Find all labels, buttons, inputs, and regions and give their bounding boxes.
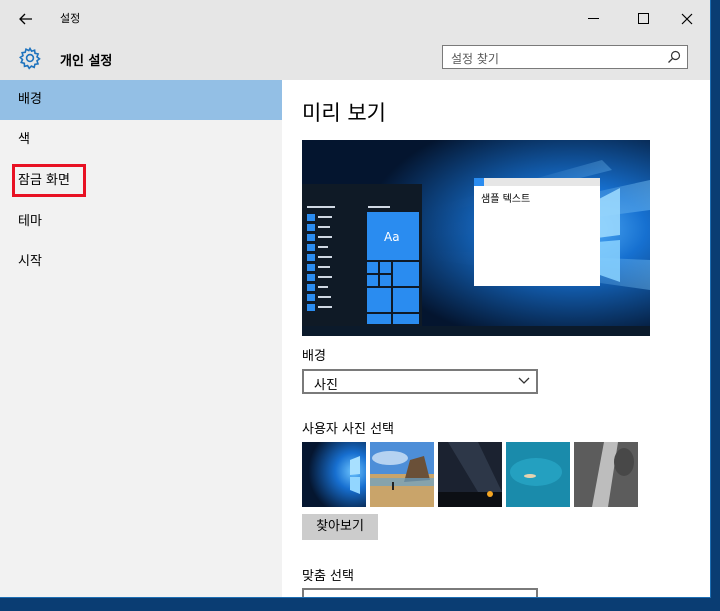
gear-icon: [19, 46, 41, 70]
lock-screen-highlight-box: [12, 164, 86, 197]
preview-image: Aa 샘플 텍스트: [302, 140, 650, 336]
sidebar-item-start[interactable]: 시작: [0, 242, 282, 282]
sidebar-item-themes[interactable]: 테마: [0, 202, 282, 242]
main-content: 미리 보기 Aa 샘플 텍스트 배경 사진 사용자 사진 선택 찾아보기 맞춤 …: [282, 80, 710, 597]
search-input[interactable]: 설정 찾기: [442, 45, 688, 69]
background-dropdown[interactable]: 사진: [302, 369, 538, 394]
settings-header: 개인 설정 설정 찾기: [0, 36, 710, 80]
thumbnail-rock-surface[interactable]: [574, 442, 638, 507]
sidebar: 배경 색 잠금 화면 테마 시작: [0, 80, 282, 597]
thumbnail-beach-rock[interactable]: [370, 442, 434, 507]
page-title: 개인 설정: [60, 54, 113, 69]
maximize-button[interactable]: [620, 0, 666, 36]
search-placeholder: 설정 찾기: [451, 52, 499, 66]
preview-heading: 미리 보기: [302, 101, 386, 125]
thumbnail-windows-hero[interactable]: [302, 442, 366, 507]
background-dropdown-value: 사진: [314, 378, 338, 393]
close-icon: [681, 13, 693, 24]
minimize-button[interactable]: [570, 0, 616, 36]
chevron-down-icon: [518, 377, 530, 384]
settings-window: 설정 개인 설정 설정 찾기 배경 색 잠금 화면 테마 시작 미리 보기 Aa…: [0, 0, 711, 598]
background-label: 배경: [302, 349, 326, 364]
window-title: 설정: [60, 12, 81, 25]
sidebar-item-color[interactable]: 색: [0, 120, 282, 160]
search-icon[interactable]: [667, 50, 681, 64]
desktop-preview-graphic: [302, 140, 650, 336]
maximize-icon: [637, 13, 649, 24]
thumbnail-night-sky[interactable]: [438, 442, 502, 507]
preview-sample-text: 샘플 텍스트: [481, 194, 531, 205]
fit-dropdown[interactable]: [302, 588, 538, 597]
picture-thumbnails: [302, 442, 638, 507]
back-arrow-icon[interactable]: [14, 8, 38, 28]
sidebar-item-background[interactable]: 배경: [0, 80, 282, 120]
browse-button[interactable]: 찾아보기: [302, 514, 378, 540]
close-button[interactable]: [664, 0, 710, 36]
fit-label: 맞춤 선택: [302, 569, 354, 584]
title-bar: 설정: [0, 0, 710, 36]
choose-picture-label: 사용자 사진 선택: [302, 422, 394, 437]
preview-tile-text: Aa: [384, 230, 400, 244]
thumbnail-underwater[interactable]: [506, 442, 570, 507]
